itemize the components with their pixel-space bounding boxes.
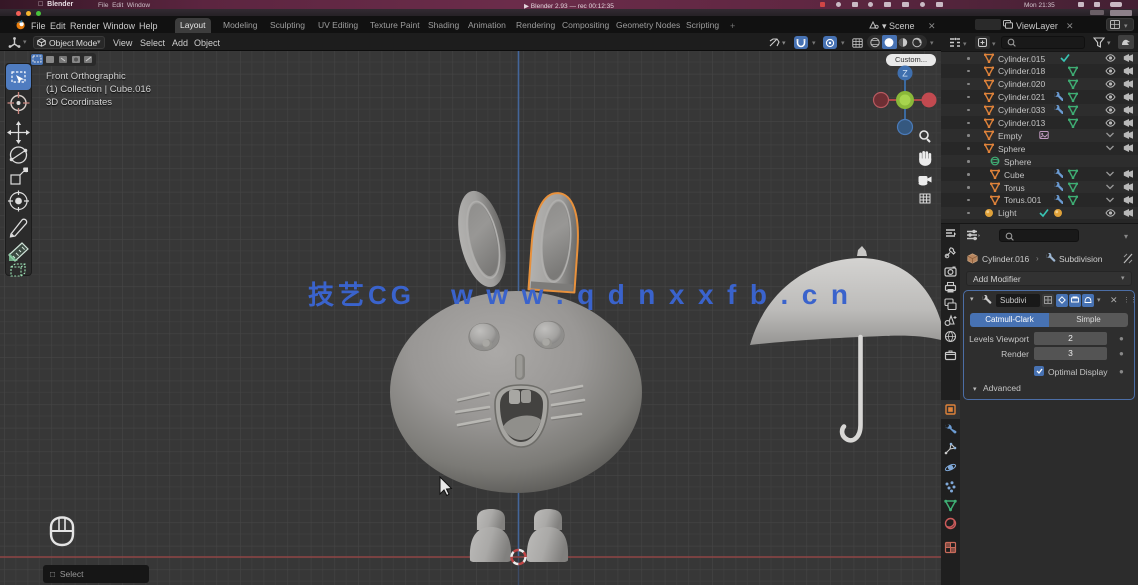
svg-text:Z: Z bbox=[902, 69, 908, 79]
